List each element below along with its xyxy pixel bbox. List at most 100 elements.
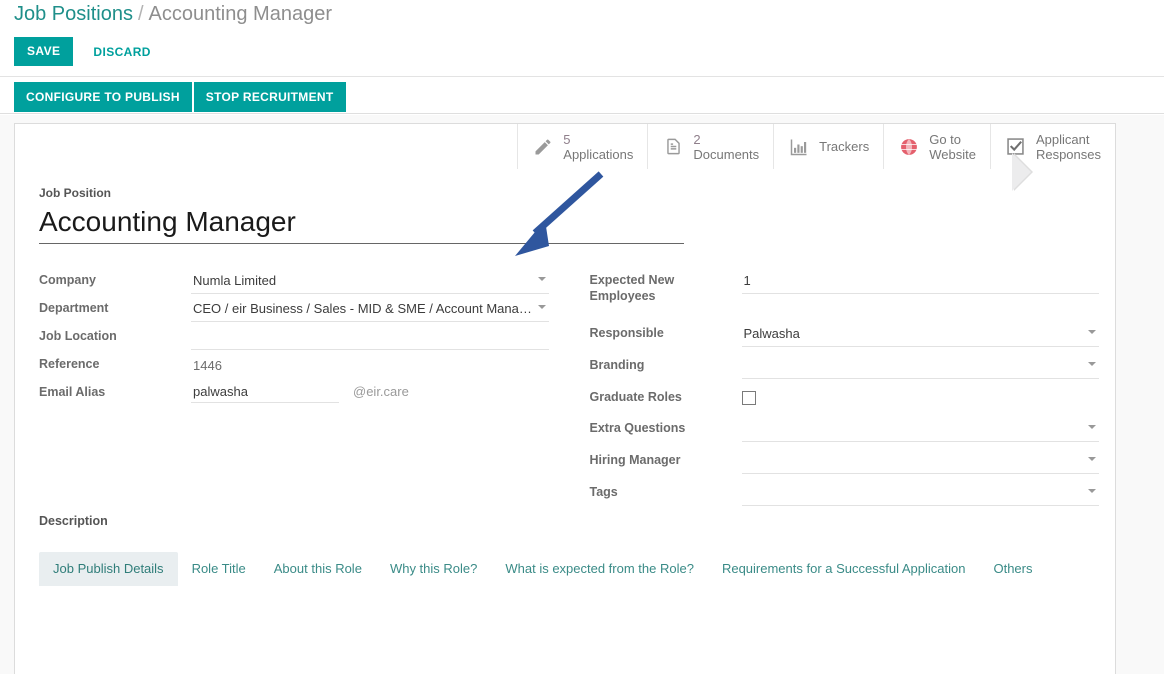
tab-requirements-for-a-successful-application[interactable]: Requirements for a Successful Applicatio… [708, 552, 980, 586]
stat-button-applicant-responses-text: Applicant Responses [1036, 132, 1101, 162]
go-to-website-label-line1: Go to [929, 131, 962, 147]
chevron-down-icon[interactable] [1088, 489, 1096, 493]
hiring-manager-input[interactable] [741, 450, 1099, 473]
chevron-down-icon[interactable] [1088, 330, 1096, 334]
stat-button-documents[interactable]: 2 Documents [647, 124, 773, 169]
extra-questions-value [741, 416, 1099, 442]
department-label: Department [39, 301, 109, 315]
discard-button[interactable]: DISCARD [81, 38, 162, 66]
job-position-title-input[interactable] [39, 204, 684, 244]
graduate-roles-value [741, 385, 1100, 408]
email-alias-input[interactable] [191, 382, 339, 403]
email-alias-domain: @eir.care [353, 384, 409, 399]
branding-value [741, 353, 1099, 379]
applications-count: 5 [563, 131, 571, 147]
job-location-value [191, 324, 549, 350]
reference-text: 1446 [193, 358, 222, 373]
reference-value: 1446 [191, 352, 549, 379]
expected-new-employees-label: Expected New Employees [589, 273, 675, 303]
expected-new-employees-input[interactable] [741, 270, 1099, 293]
tab-about-this-role[interactable]: About this Role [260, 552, 376, 586]
stat-button-trackers[interactable]: Trackers [773, 124, 883, 169]
stat-button-applicant-responses[interactable]: Applicant Responses [989, 124, 1115, 169]
field-reference: Reference 1446 [39, 352, 549, 379]
extra-questions-label: Extra Questions [589, 421, 686, 435]
responsible-input[interactable] [741, 323, 1099, 346]
expected-new-employees-value [741, 268, 1099, 294]
responsible-label: Responsible [589, 326, 664, 340]
control-panel: CONFIGURE TO PUBLISH STOP RECRUITMENT RE… [0, 76, 1164, 191]
stat-button-go-to-website[interactable]: Go to Website [883, 124, 990, 169]
chevron-down-icon[interactable] [1088, 457, 1096, 461]
document-icon [662, 136, 684, 158]
stat-button-applications[interactable]: 5 Applications [517, 124, 647, 169]
form-area: Job Position Company Department [39, 186, 1099, 508]
control-panel-buttons: CONFIGURE TO PUBLISH STOP RECRUITMENT [14, 82, 346, 112]
job-position-form-page: Job Positions / Accounting Manager SAVE DI… [0, 0, 1164, 674]
company-label: Company [39, 273, 96, 287]
applications-label: Applications [563, 146, 634, 162]
company-input[interactable] [191, 270, 549, 293]
field-graduate-roles: Graduate Roles [590, 385, 1100, 412]
documents-count: 2 [693, 131, 701, 147]
field-department: Department [39, 296, 549, 323]
stat-button-go-to-website-text: Go to Website [929, 132, 976, 162]
field-branding: Branding [589, 353, 1099, 380]
field-tags: Tags [589, 480, 1099, 507]
hiring-manager-value [741, 448, 1099, 474]
tab-others[interactable]: Others [979, 552, 1046, 586]
breadcrumb-current: Accounting Manager [148, 3, 332, 25]
form-column-right: Expected New Employees Responsible [589, 268, 1100, 508]
chevron-down-icon[interactable] [537, 305, 546, 309]
reference-label: Reference [39, 357, 100, 371]
hiring-manager-label: Hiring Manager [589, 453, 681, 467]
tags-label: Tags [589, 485, 618, 499]
field-responsible: Responsible [589, 321, 1099, 348]
tags-input[interactable] [741, 482, 1099, 505]
tab-why-this-role[interactable]: Why this Role? [376, 552, 491, 586]
form-columns: Company Department [39, 268, 1099, 508]
branding-label: Branding [589, 358, 645, 372]
pencil-icon [532, 136, 554, 158]
tab-role-title[interactable]: Role Title [178, 552, 260, 586]
chevron-down-icon[interactable] [1088, 425, 1096, 429]
chevron-down-icon[interactable] [1088, 362, 1096, 366]
record-action-bar: SAVE DISCARD [14, 37, 163, 66]
field-email-alias: Email Alias @eir.care [39, 380, 549, 407]
tab-what-is-expected-from-the-role[interactable]: What is expected from the Role? [491, 552, 708, 586]
description-tabs: Job Publish Details Role Title About thi… [39, 552, 1099, 586]
email-alias-wrapper: @eir.care [191, 382, 549, 403]
description-label: Description [39, 514, 108, 528]
chevron-down-icon[interactable] [537, 277, 546, 281]
responsible-value [741, 321, 1099, 347]
job-location-label: Job Location [39, 329, 117, 343]
graduate-roles-checkbox[interactable] [741, 391, 756, 405]
field-extra-questions: Extra Questions [589, 416, 1099, 443]
stat-button-documents-text: 2 Documents [693, 132, 759, 162]
job-position-label: Job Position [39, 186, 111, 200]
stat-button-trackers-text: Trackers [819, 139, 869, 154]
globe-icon [898, 136, 920, 158]
bar-chart-icon [788, 136, 810, 158]
form-sheet: 5 Applications 2 Documents Trackers Go t… [14, 123, 1116, 674]
job-location-input[interactable] [191, 326, 549, 349]
department-value [191, 296, 549, 322]
save-button[interactable]: SAVE [14, 37, 74, 66]
graduate-roles-label: Graduate Roles [589, 390, 682, 404]
company-value [191, 268, 549, 294]
breadcrumb-parent-link[interactable]: Job Positions [14, 3, 133, 25]
form-column-left: Company Department [39, 268, 549, 508]
branding-input[interactable] [741, 355, 1099, 378]
tags-value [741, 480, 1099, 506]
stop-recruitment-button[interactable]: STOP RECRUITMENT [193, 82, 346, 112]
field-company: Company [39, 268, 549, 295]
go-to-website-label-line2: Website [929, 146, 976, 162]
stat-button-applications-text: 5 Applications [563, 132, 633, 162]
extra-questions-input[interactable] [741, 418, 1099, 441]
field-hiring-manager: Hiring Manager [589, 448, 1099, 475]
documents-label: Documents [693, 146, 760, 162]
field-job-location: Job Location [39, 324, 549, 351]
tab-job-publish-details[interactable]: Job Publish Details [39, 552, 178, 586]
configure-to-publish-button[interactable]: CONFIGURE TO PUBLISH [14, 82, 192, 112]
department-input[interactable] [191, 298, 549, 321]
